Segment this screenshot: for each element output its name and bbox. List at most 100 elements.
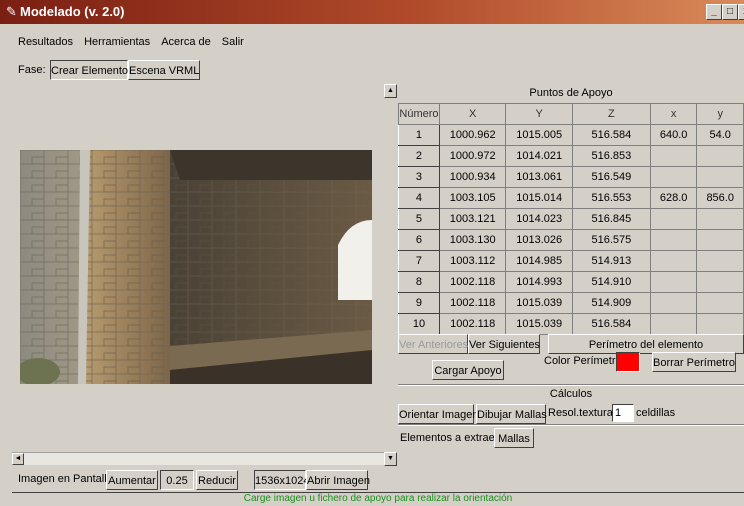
resol-textura-input[interactable]: 1	[612, 404, 634, 422]
fase-label: Fase:	[18, 64, 46, 76]
separator	[398, 424, 744, 426]
cell-y[interactable]: 1014.023	[505, 208, 573, 230]
cell-y[interactable]: 1015.039	[505, 313, 573, 335]
cell-y-img[interactable]: 54.0	[696, 124, 744, 146]
app-icon: ✎	[6, 4, 17, 19]
crear-elementos-button[interactable]: Crear Elementos	[50, 60, 134, 80]
table-row: 4 1003.105 1015.014 516.553 628.0 856.0	[398, 187, 744, 209]
cell-x[interactable]: 1000.962	[438, 124, 507, 146]
cell-z[interactable]: 516.584	[571, 124, 651, 146]
mallas-button[interactable]: Mallas	[494, 428, 534, 448]
aumentar-button[interactable]: Aumentar	[106, 470, 158, 490]
scroll-down-arrow[interactable]: ▼	[384, 452, 397, 466]
menu-herramientas[interactable]: Herramientas	[84, 36, 150, 48]
photo-image[interactable]	[20, 150, 372, 384]
cell-y[interactable]: 1015.039	[505, 292, 573, 314]
row-number-button[interactable]: 8	[398, 271, 440, 293]
cell-x-img[interactable]	[649, 145, 698, 167]
cell-z[interactable]: 516.853	[571, 145, 651, 167]
row-number-button[interactable]: 3	[398, 166, 440, 188]
cell-x[interactable]: 1000.934	[438, 166, 507, 188]
borrar-perimetro-button[interactable]: Borrar Perímetro	[652, 352, 736, 372]
cell-x[interactable]: 1002.118	[438, 292, 507, 314]
zoom-value: 0.25	[160, 470, 194, 490]
row-number-button[interactable]: 7	[398, 250, 440, 272]
cell-x[interactable]: 1003.121	[438, 208, 507, 230]
row-number-button[interactable]: 4	[398, 187, 440, 209]
cell-y-img[interactable]	[696, 208, 744, 230]
horizontal-scrollbar[interactable]: ◄	[12, 452, 384, 465]
cell-z[interactable]: 514.909	[571, 292, 651, 314]
cell-y-img[interactable]	[696, 166, 744, 188]
close-button[interactable]: x	[738, 4, 744, 20]
escena-vrml-button[interactable]: Escena VRML	[128, 60, 200, 80]
cell-z[interactable]: 516.845	[571, 208, 651, 230]
row-number-button[interactable]: 2	[398, 145, 440, 167]
cell-y-img[interactable]	[696, 145, 744, 167]
cell-y-img[interactable]	[696, 250, 744, 272]
cell-z[interactable]: 516.553	[571, 187, 651, 209]
cell-x-img[interactable]	[649, 250, 698, 272]
cell-x-img[interactable]	[649, 271, 698, 293]
header-z: Z	[571, 103, 651, 125]
cell-x[interactable]: 1000.972	[438, 145, 507, 167]
cell-x[interactable]: 1003.112	[438, 250, 507, 272]
separator	[398, 384, 744, 386]
cell-x-img[interactable]	[649, 229, 698, 251]
cell-z[interactable]: 516.584	[571, 313, 651, 335]
cell-y-img[interactable]: 856.0	[696, 187, 744, 209]
ver-anteriores-button[interactable]: Ver Anteriores	[398, 334, 468, 354]
minimize-button[interactable]: _	[706, 4, 722, 20]
cell-y-img[interactable]	[696, 292, 744, 314]
cell-y-img[interactable]	[696, 229, 744, 251]
cell-y[interactable]: 1013.026	[505, 229, 573, 251]
cell-z[interactable]: 514.913	[571, 250, 651, 272]
cell-y[interactable]: 1014.021	[505, 145, 573, 167]
row-number-button[interactable]: 6	[398, 229, 440, 251]
cell-x-img[interactable]	[649, 208, 698, 230]
reducir-button[interactable]: Reducir	[196, 470, 238, 490]
cell-y-img[interactable]	[696, 271, 744, 293]
cell-x[interactable]: 1002.118	[438, 271, 507, 293]
cell-y[interactable]: 1015.005	[505, 124, 573, 146]
table-row: 3 1000.934 1013.061 516.549	[398, 166, 744, 188]
color-perimetro-swatch[interactable]	[616, 352, 640, 372]
cell-x-img[interactable]	[649, 292, 698, 314]
cell-x-img[interactable]	[649, 313, 698, 335]
scroll-up-arrow[interactable]: ▲	[384, 84, 397, 98]
table-row: 6 1003.130 1013.026 516.575	[398, 229, 744, 251]
header-x: X	[438, 103, 507, 125]
puntos-table: Número X Y Z x y 1 1000.962 1015.005 516…	[398, 103, 744, 335]
maximize-button[interactable]: □	[722, 4, 738, 20]
cell-y-img[interactable]	[696, 313, 744, 335]
abrir-imagen-button[interactable]: Abrir Imagen	[306, 470, 370, 490]
table-row: 1 1000.962 1015.005 516.584 640.0 54.0	[398, 124, 744, 146]
menu-salir[interactable]: Salir	[222, 36, 244, 48]
cell-x-img[interactable]: 640.0	[649, 124, 698, 146]
cell-y[interactable]: 1014.985	[505, 250, 573, 272]
cell-y[interactable]: 1013.061	[505, 166, 573, 188]
cell-x[interactable]: 1002.118	[438, 313, 507, 335]
row-number-button[interactable]: 1	[398, 124, 440, 146]
cell-x[interactable]: 1003.130	[438, 229, 507, 251]
calculos-title: Cálculos	[549, 388, 593, 400]
scroll-left-arrow[interactable]: ◄	[12, 453, 24, 465]
cell-z[interactable]: 514.910	[571, 271, 651, 293]
cell-x-img[interactable]: 628.0	[649, 187, 698, 209]
menu-resultados[interactable]: Resultados	[18, 36, 73, 48]
row-number-button[interactable]: 10	[398, 313, 440, 335]
ver-siguientes-button[interactable]: Ver Siguientes	[468, 334, 540, 354]
cell-z[interactable]: 516.549	[571, 166, 651, 188]
cell-x[interactable]: 1003.105	[438, 187, 507, 209]
row-number-button[interactable]: 5	[398, 208, 440, 230]
cell-z[interactable]: 516.575	[571, 229, 651, 251]
cargar-apoyo-button[interactable]: Cargar Apoyo	[432, 360, 504, 380]
dibujar-mallas-button[interactable]: Dibujar Mallas	[476, 404, 547, 424]
cell-x-img[interactable]	[649, 166, 698, 188]
table-row: 2 1000.972 1014.021 516.853	[398, 145, 744, 167]
cell-y[interactable]: 1014.993	[505, 271, 573, 293]
cell-y[interactable]: 1015.014	[505, 187, 573, 209]
orientar-imagen-button[interactable]: Orientar Imagen	[398, 404, 478, 424]
menu-acerca-de[interactable]: Acerca de	[161, 36, 211, 48]
row-number-button[interactable]: 9	[398, 292, 440, 314]
